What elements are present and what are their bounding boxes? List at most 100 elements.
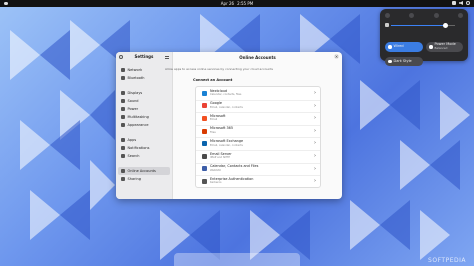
network-wired-icon: [452, 1, 456, 5]
wired-toggle[interactable]: Wired: [385, 42, 423, 52]
sound-icon: [121, 99, 125, 103]
sidebar-header: Settings: [116, 52, 172, 62]
sidebar-item-label: Bluetooth: [127, 76, 145, 80]
dark-style-toggle[interactable]: Dark Style: [385, 57, 423, 66]
power-icon: [466, 1, 470, 5]
chevron-right-icon: ›: [314, 115, 316, 122]
provider-logo-icon: [202, 166, 207, 172]
quick-settings-menu: Wired Power Mode Balanced Dark Style: [380, 9, 468, 66]
network-icon: [121, 68, 125, 72]
provider-row[interactable]: Microsoft 365 Files ›: [196, 125, 320, 139]
power-mode-icon: [429, 45, 433, 49]
sidebar-item-power[interactable]: Power: [118, 105, 170, 113]
screenshot-icon[interactable]: [385, 13, 390, 18]
sidebar-item-label: Sharing: [127, 177, 141, 181]
provider-description: Email, calendar, contacts: [210, 143, 243, 147]
dock-area: [174, 253, 300, 266]
provider-logo-icon: [202, 178, 207, 184]
provider-logo-icon: [202, 103, 207, 109]
activities-indicator[interactable]: [4, 1, 8, 5]
sidebar-item-search[interactable]: Search: [118, 152, 170, 160]
dark-style-label: Dark Style: [393, 58, 412, 63]
provider-description: Files: [210, 131, 216, 135]
sidebar-title: Settings: [134, 54, 154, 59]
sidebar-item-label: Network: [127, 68, 143, 72]
clock[interactable]: Apr 26 2:55 PM: [221, 1, 253, 6]
settings-sidebar: Settings Network Bluetooth Displays Sound Po…: [116, 52, 173, 199]
bluetooth-icon: [121, 76, 125, 80]
sidebar-item-label: Displays: [127, 91, 143, 95]
provider-description: Kerberos: [210, 181, 222, 185]
clock-time: 2:55 PM: [237, 1, 254, 6]
provider-row[interactable]: Google Email, calendar, contacts ›: [196, 100, 320, 114]
sidebar-item-label: Search: [127, 154, 140, 158]
sidebar-item-appearance[interactable]: Appearance: [118, 121, 170, 129]
provider-list: Nextcloud Calendar, contacts, files › Googl…: [195, 86, 321, 188]
sidebar-item-multitasking[interactable]: Multitasking: [118, 113, 170, 121]
sidebar-item-sound[interactable]: Sound: [118, 97, 170, 105]
chevron-right-icon: ›: [314, 140, 316, 147]
volume-fill: [391, 24, 446, 26]
provider-row[interactable]: Email Server IMAP and SMTP ›: [196, 150, 320, 164]
sidebar-item-displays[interactable]: Displays: [118, 89, 170, 97]
chevron-right-icon: ›: [314, 165, 316, 172]
top-bar: Apr 26 2:55 PM: [0, 0, 474, 7]
provider-description: Email: [210, 118, 218, 122]
section-title: Connect an Account: [193, 78, 233, 82]
provider-logo-icon: [202, 153, 207, 159]
sidebar-item-label: Sound: [127, 99, 139, 103]
provider-description: IMAP and SMTP: [210, 156, 230, 160]
page-title: Online Accounts: [239, 55, 276, 60]
menu-icon[interactable]: [165, 55, 169, 59]
settings-gear-icon[interactable]: [409, 13, 415, 18]
sidebar-item-notifications[interactable]: Notifications: [118, 144, 170, 152]
system-status-area[interactable]: [452, 1, 470, 5]
provider-logo-icon: [202, 141, 207, 147]
apps-icon: [121, 138, 125, 142]
sidebar-item-label: Online Accounts: [127, 169, 156, 173]
sidebar-item-online-accounts[interactable]: Online Accounts: [118, 167, 170, 175]
provider-row[interactable]: Microsoft Email ›: [196, 112, 320, 126]
sidebar-item-label: Appearance: [127, 123, 149, 127]
volume-icon: [459, 1, 463, 5]
provider-description: WebDAV: [210, 168, 221, 172]
network-icon: [388, 45, 392, 49]
provider-logo-icon: [202, 90, 207, 96]
provider-row[interactable]: Microsoft Exchange Email, calendar, conta…: [196, 137, 320, 151]
power-mode-toggle[interactable]: Power Mode Balanced: [426, 42, 463, 52]
provider-row[interactable]: Nextcloud Calendar, contacts, files ›: [196, 87, 320, 101]
accounts-icon: [121, 169, 125, 173]
chevron-right-icon: ›: [314, 127, 316, 134]
quick-settings-actions: [385, 13, 463, 18]
sidebar-item-network[interactable]: Network: [118, 66, 170, 74]
sidebar-item-label: Power: [127, 107, 139, 111]
appearance-icon: [121, 123, 125, 127]
sidebar-item-apps[interactable]: Apps: [118, 136, 170, 144]
chevron-right-icon: ›: [314, 102, 316, 109]
power-icon: [121, 107, 125, 111]
provider-row[interactable]: Enterprise Authentication Kerberos ›: [196, 175, 320, 188]
sidebar-item-label: Notifications: [127, 146, 150, 150]
provider-description: Calendar, contacts, files: [210, 93, 242, 97]
speaker-icon: [385, 23, 389, 27]
multitasking-icon: [121, 115, 125, 119]
sidebar-item-label: Apps: [127, 138, 137, 142]
search-icon: [121, 154, 125, 158]
volume-knob[interactable]: [443, 22, 448, 28]
power-off-icon[interactable]: [457, 13, 463, 18]
lock-icon[interactable]: [433, 13, 439, 18]
sidebar-item-bluetooth[interactable]: Bluetooth: [118, 74, 170, 82]
share-icon: [121, 177, 125, 181]
dark-style-icon: [388, 59, 392, 64]
page-description: Allow apps to access online services by …: [165, 67, 273, 71]
volume-slider[interactable]: [385, 22, 461, 28]
bell-icon: [121, 146, 125, 150]
close-button[interactable]: ×: [334, 54, 339, 59]
chevron-right-icon: ›: [314, 153, 316, 159]
display-icon: [121, 91, 125, 95]
provider-row[interactable]: Calendar, Contacts and Files WebDAV ›: [196, 163, 320, 177]
provider-description: Email, calendar, contacts: [210, 105, 243, 109]
sidebar-item-sharing[interactable]: Sharing: [118, 175, 170, 183]
watermark: SOFTPEDIA: [428, 257, 466, 264]
chevron-right-icon: ›: [314, 90, 316, 96]
